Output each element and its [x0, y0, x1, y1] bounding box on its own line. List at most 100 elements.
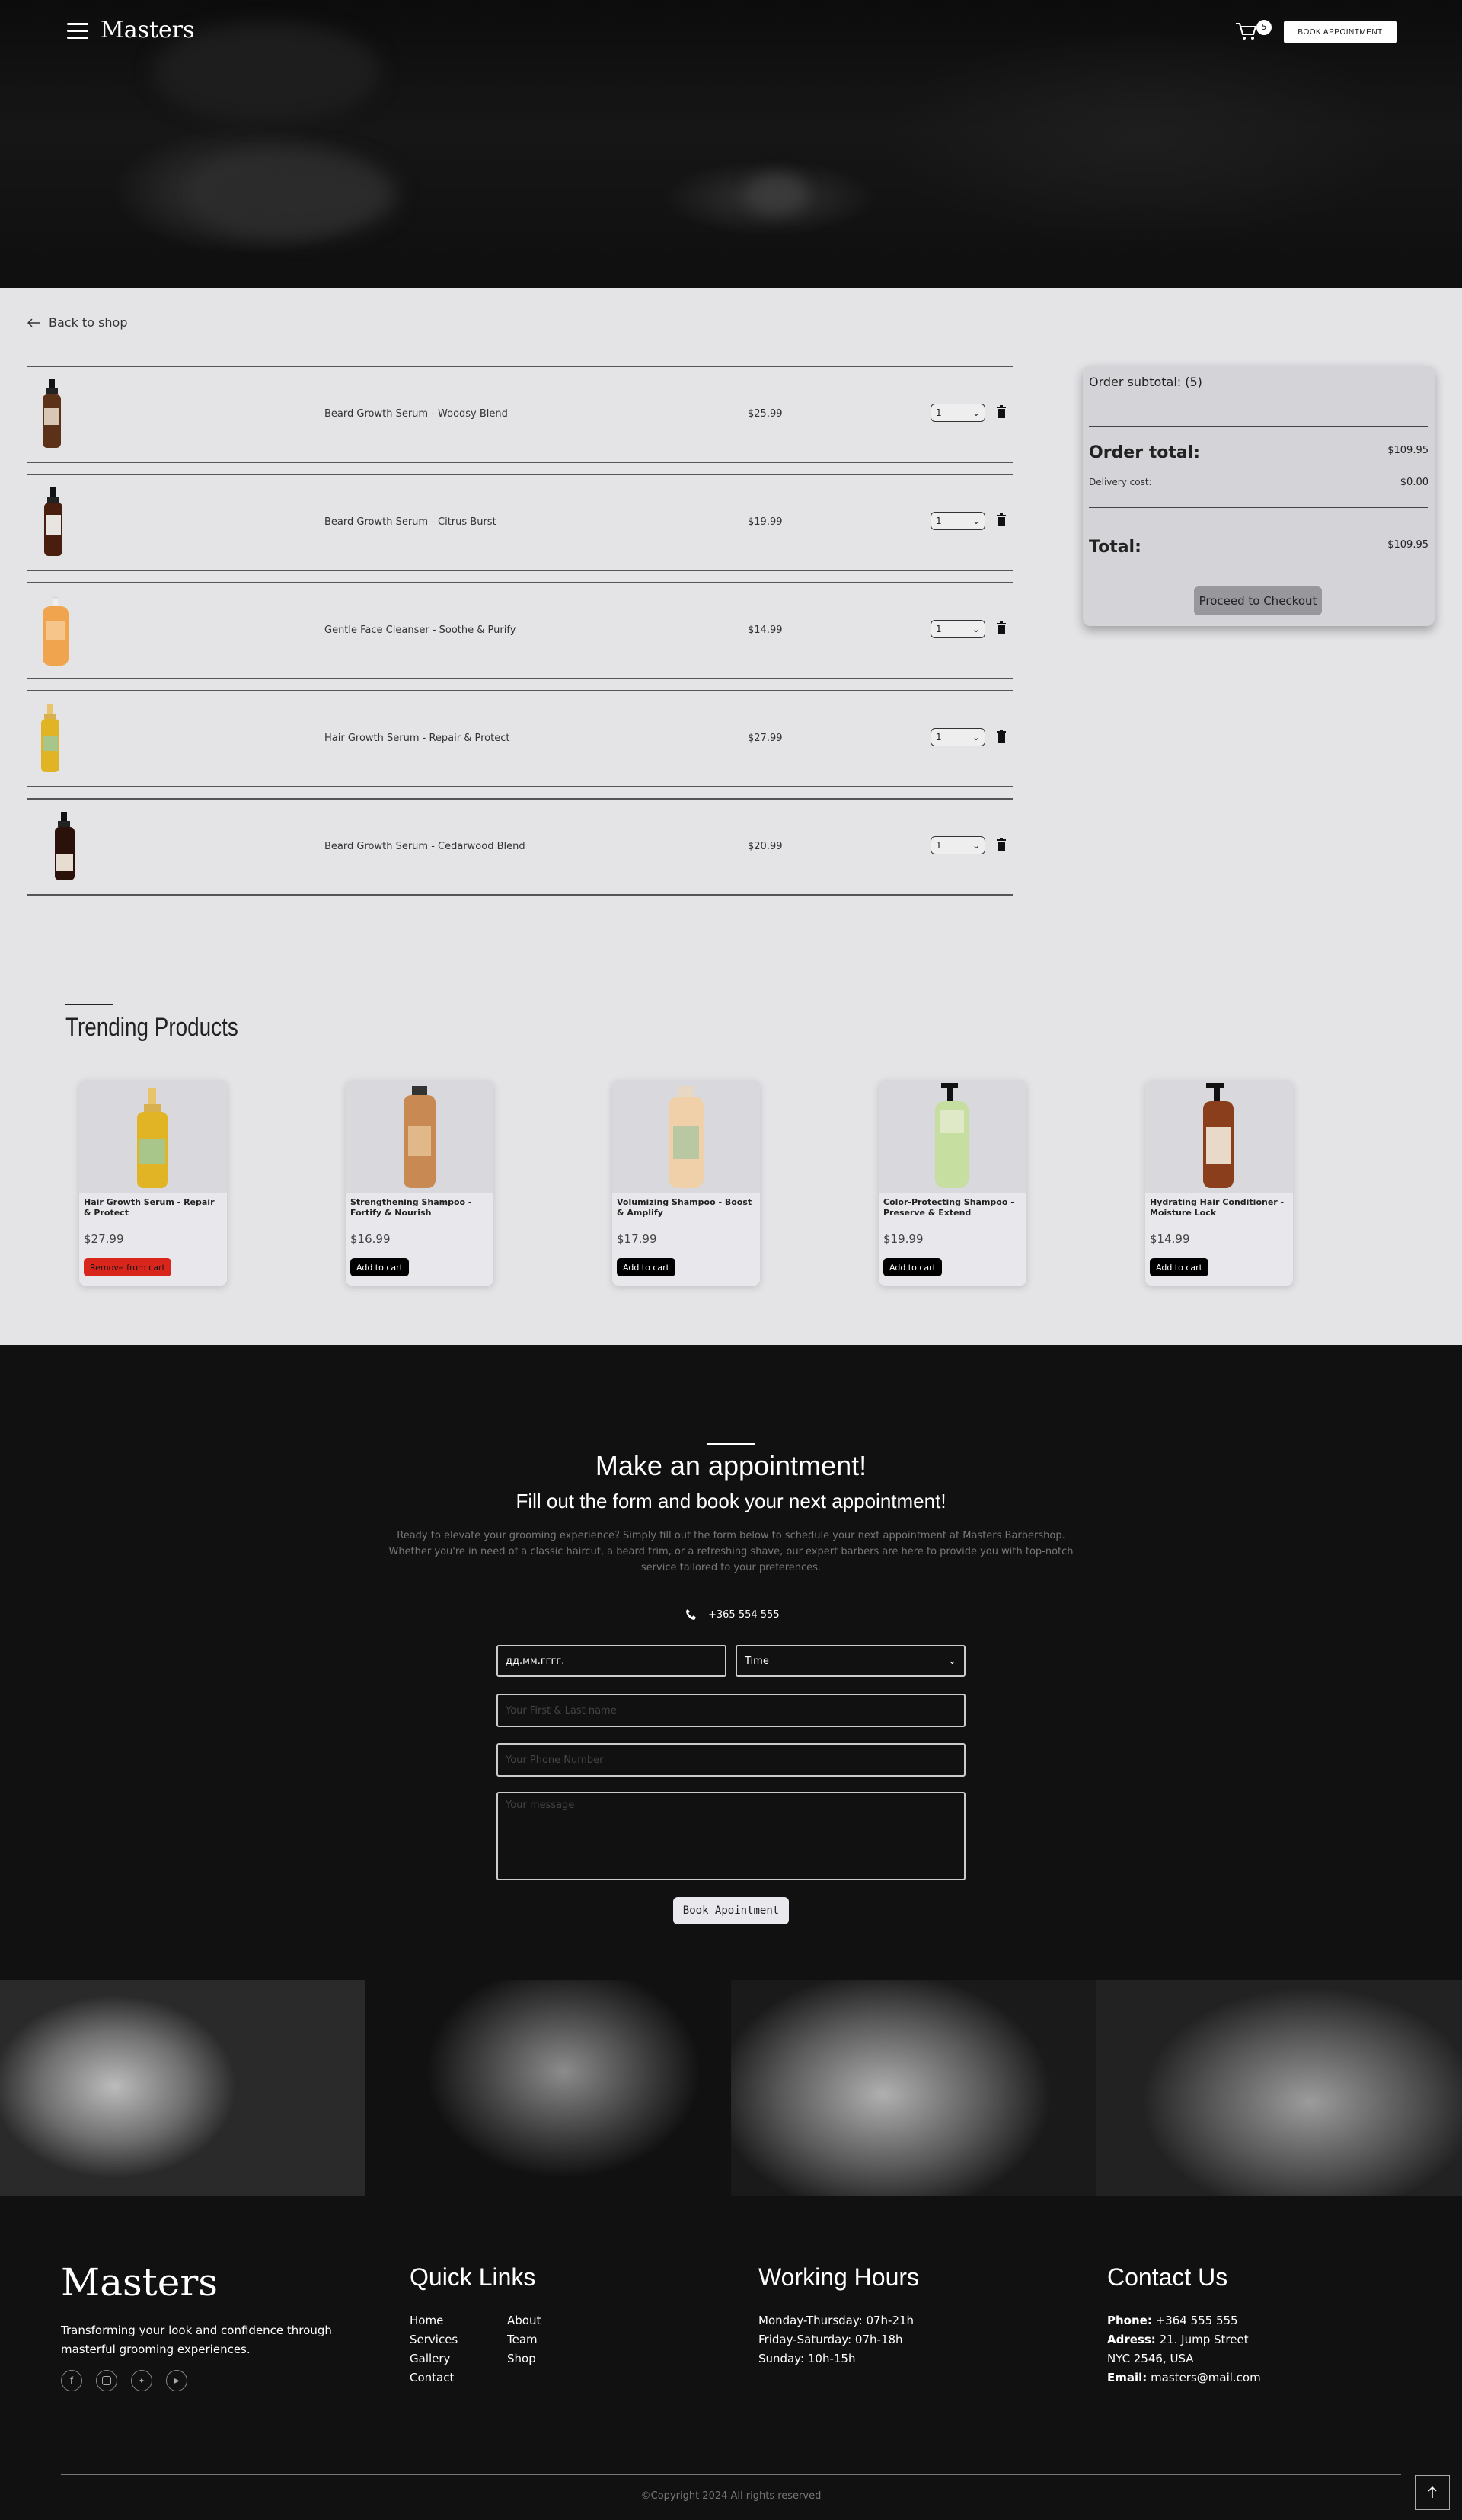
order-total-value: $109.95 — [1387, 445, 1428, 456]
footer-link-contact[interactable]: Contact — [410, 2371, 454, 2384]
youtube-icon[interactable]: ▶ — [166, 2370, 187, 2391]
hours-line: Sunday: 10h-15h — [758, 2352, 856, 2365]
time-select[interactable]: Time ⌄ — [736, 1645, 966, 1677]
appointment-subtitle: Fill out the form and book your next app… — [516, 1490, 946, 1512]
facebook-icon[interactable]: f — [61, 2370, 82, 2391]
item-name: Beard Growth Serum - Woodsy Blend — [324, 408, 508, 420]
item-price: $19.99 — [748, 516, 783, 528]
cart-row: Beard Growth Serum - Citrus Burst $19.99… — [27, 474, 1013, 571]
quantity-select[interactable]: 1 ⌄ — [931, 512, 985, 530]
chevron-down-icon: ⌄ — [972, 624, 980, 634]
phone-icon — [686, 1609, 696, 1620]
checkout-button[interactable]: Proceed to Checkout — [1194, 586, 1322, 615]
footer-link-gallery[interactable]: Gallery — [410, 2352, 450, 2365]
chevron-down-icon: ⌄ — [948, 1655, 956, 1667]
cart-count-badge: 5 — [1256, 20, 1272, 35]
gallery-image — [731, 1980, 1096, 2196]
product-image — [346, 1080, 493, 1193]
item-price: $27.99 — [748, 733, 783, 744]
footer-link-team[interactable]: Team — [507, 2333, 538, 2346]
footer-link-services[interactable]: Services — [410, 2333, 458, 2346]
trash-icon[interactable] — [996, 838, 1007, 851]
product-card[interactable]: Volumizing Shampoo - Boost & Amplify $17… — [612, 1080, 760, 1286]
product-title: Color-Protecting Shampoo - Preserve & Ex… — [883, 1197, 1014, 1218]
cart-row: Gentle Face Cleanser - Soothe & Purify $… — [27, 582, 1013, 679]
add-to-cart-button[interactable]: Add to cart — [1150, 1258, 1208, 1276]
footer-link-home[interactable]: Home — [410, 2314, 443, 2327]
trash-icon[interactable] — [996, 405, 1007, 419]
contact-title: Contact Us — [1107, 2263, 1228, 2291]
date-input[interactable]: дд.мм.гггг. — [496, 1645, 726, 1677]
quick-links-title: Quick Links — [410, 2263, 536, 2291]
quantity-select[interactable]: 1 ⌄ — [931, 836, 985, 854]
product-card[interactable]: Hydrating Hair Conditioner - Moisture Lo… — [1145, 1080, 1293, 1286]
trash-icon[interactable] — [996, 513, 1007, 527]
cart-icon[interactable] — [1235, 21, 1258, 41]
chevron-down-icon: ⌄ — [972, 516, 980, 526]
quantity-select[interactable]: 1 ⌄ — [931, 620, 985, 638]
product-title: Hair Growth Serum - Repair & Protect — [84, 1197, 215, 1218]
back-to-shop-link[interactable]: Back to shop — [27, 315, 128, 330]
product-price: $14.99 — [1150, 1232, 1190, 1246]
product-image — [43, 379, 61, 448]
item-price: $25.99 — [748, 408, 783, 420]
cart-row: Hair Growth Serum - Repair & Protect $27… — [27, 690, 1013, 787]
arrow-up-icon — [1428, 2486, 1437, 2498]
add-to-cart-button[interactable]: Add to cart — [350, 1258, 409, 1276]
product-price: $16.99 — [350, 1232, 391, 1246]
appointment-title: Make an appointment! — [595, 1450, 867, 1481]
delivery-label: Delivery cost: — [1089, 477, 1152, 487]
trash-icon[interactable] — [996, 730, 1007, 743]
back-label: Back to shop — [49, 315, 128, 330]
product-card[interactable]: Hair Growth Serum - Repair & Protect $27… — [79, 1080, 227, 1286]
product-card[interactable]: Strengthening Shampoo - Fortify & Nouris… — [346, 1080, 493, 1286]
footer-link-about[interactable]: About — [507, 2314, 541, 2327]
product-card[interactable]: Color-Protecting Shampoo - Preserve & Ex… — [879, 1080, 1026, 1286]
message-textarea[interactable]: Your message — [496, 1792, 966, 1880]
footer-tagline: Transforming your look and confidence th… — [61, 2324, 332, 2356]
product-image — [879, 1080, 1026, 1193]
item-name: Beard Growth Serum - Cedarwood Blend — [324, 841, 525, 852]
phone-input[interactable]: Your Phone Number — [496, 1743, 966, 1777]
book-appointment-submit[interactable]: Book Apointment — [673, 1897, 789, 1924]
product-image — [43, 596, 69, 666]
product-image — [79, 1080, 227, 1193]
brand-logo[interactable]: Masters — [101, 17, 195, 43]
twitter-icon[interactable]: ✦ — [131, 2370, 152, 2391]
hours-line: Monday-Thursday: 07h-21h — [758, 2314, 915, 2327]
item-name: Beard Growth Serum - Citrus Burst — [324, 516, 496, 528]
copyright: ©Copyright 2024 All rights reserved — [640, 2490, 822, 2502]
order-total-label: Order total: — [1089, 443, 1201, 462]
footer-link-shop[interactable]: Shop — [507, 2352, 536, 2365]
trash-icon[interactable] — [996, 621, 1007, 635]
scroll-top-button[interactable] — [1415, 2475, 1450, 2510]
appointment-description: Ready to elevate your grooming experienc… — [388, 1530, 1074, 1573]
remove-from-cart-button[interactable]: Remove from cart — [84, 1258, 171, 1276]
product-price: $17.99 — [617, 1232, 657, 1246]
arrow-left-icon — [27, 318, 40, 327]
book-appointment-button[interactable]: BOOK APPOINTMENT — [1284, 21, 1397, 43]
menu-icon[interactable] — [67, 23, 88, 40]
product-price: $19.99 — [883, 1232, 924, 1246]
quantity-select[interactable]: 1 ⌄ — [931, 404, 985, 422]
name-input[interactable]: Your First & Last name — [496, 1694, 966, 1727]
cart-row: Beard Growth Serum - Cedarwood Blend $20… — [27, 798, 1013, 896]
product-image — [1145, 1080, 1293, 1193]
quantity-select[interactable]: 1 ⌄ — [931, 728, 985, 746]
order-summary: Order subtotal: (5) Order total: $109.95… — [1083, 366, 1435, 626]
instagram-icon[interactable] — [96, 2370, 117, 2391]
item-name: Gentle Face Cleanser - Soothe & Purify — [324, 624, 516, 636]
item-name: Hair Growth Serum - Repair & Protect — [324, 733, 510, 744]
product-image — [55, 812, 75, 880]
product-image — [44, 487, 62, 556]
chevron-down-icon: ⌄ — [972, 407, 980, 418]
trending-title: Trending Products — [65, 1013, 238, 1042]
working-hours-title: Working Hours — [758, 2263, 920, 2291]
product-title: Hydrating Hair Conditioner - Moisture Lo… — [1150, 1197, 1285, 1218]
add-to-cart-button[interactable]: Add to cart — [883, 1258, 942, 1276]
appointment-phone[interactable]: +365 554 555 — [685, 1608, 780, 1621]
hours-line: Friday-Saturday: 07h-18h — [758, 2333, 903, 2346]
gallery-image — [1096, 1980, 1462, 2196]
hero-banner — [0, 0, 1462, 288]
add-to-cart-button[interactable]: Add to cart — [617, 1258, 675, 1276]
